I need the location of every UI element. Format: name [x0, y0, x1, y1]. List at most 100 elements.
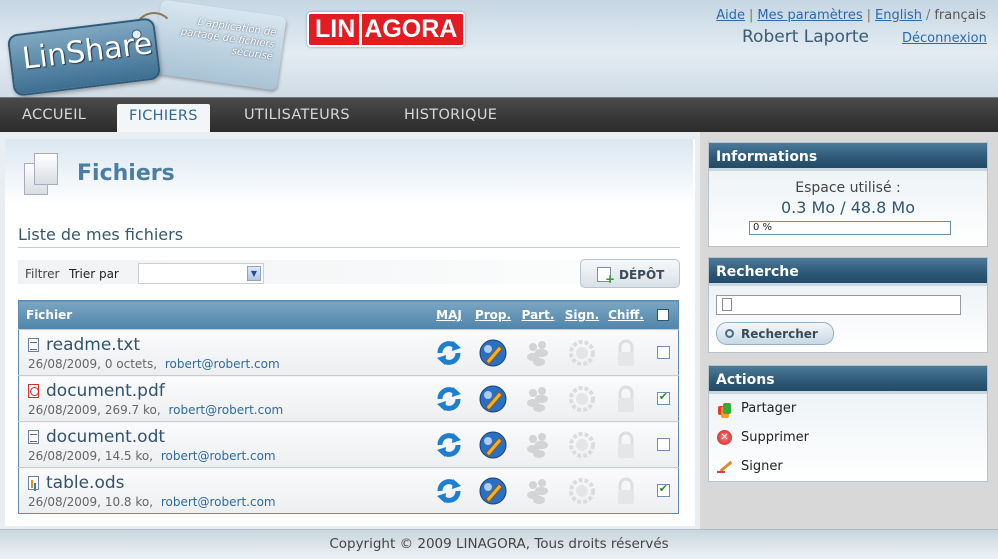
- share-users-icon: [516, 431, 561, 459]
- sign-pen-icon: [717, 459, 733, 475]
- list-title: Liste de mes fichiers: [18, 225, 184, 244]
- props-cell: [470, 375, 516, 422]
- select-cell: [648, 421, 679, 468]
- file-name-wrap[interactable]: table.ods: [19, 473, 428, 493]
- col-encrypt-label[interactable]: Chiff.: [608, 308, 644, 322]
- file-owner-link[interactable]: robert@robert.com: [165, 357, 280, 371]
- select-cell: [648, 467, 679, 514]
- share-users-icon: [516, 385, 561, 413]
- file-cell: readme.txt 26/08/2009, 0 octets, robert@r…: [18, 329, 428, 376]
- tab-accueil[interactable]: ACCUEIL: [22, 107, 86, 123]
- brand-separator: [359, 14, 363, 45]
- file-meta: 26/08/2009, 0 octets, robert@robert.com: [28, 356, 280, 371]
- row-checkbox[interactable]: [656, 438, 670, 451]
- file-date: 26/08/2009: [28, 402, 98, 417]
- file-date: 26/08/2009: [28, 494, 98, 509]
- search-input[interactable]: [716, 295, 961, 315]
- file-owner-link[interactable]: robert@robert.com: [168, 403, 283, 417]
- tab-historique[interactable]: HISTORIQUE: [404, 107, 497, 123]
- table-row[interactable]: table.ods 26/08/2009, 10.8 ko, robert@rob…: [18, 467, 679, 514]
- tab-utilisateurs[interactable]: UTILISATEURS: [244, 107, 350, 123]
- upload-button[interactable]: DÉPÔT: [580, 259, 680, 288]
- file-name[interactable]: table.ods: [46, 473, 125, 493]
- actions-title: Actions: [709, 366, 987, 394]
- file-name-wrap[interactable]: document.odt: [19, 427, 428, 447]
- header: L'application de partage de fichiers séc…: [0, 0, 998, 97]
- update-icon[interactable]: [428, 385, 471, 413]
- search-box: Recherche Rechercher: [708, 257, 988, 353]
- col-update[interactable]: MAJ: [427, 300, 471, 330]
- linshare-logo[interactable]: L'application de partage de fichiers séc…: [6, 0, 287, 97]
- col-props-label[interactable]: Prop.: [475, 308, 511, 322]
- properties-icon[interactable]: [471, 476, 516, 506]
- props-cell: [470, 421, 516, 468]
- col-sign-label[interactable]: Sign.: [565, 308, 599, 322]
- share-cell: [515, 421, 561, 468]
- quota-progress-bar: 0 %: [749, 221, 951, 235]
- english-link[interactable]: English: [875, 8, 922, 23]
- link-separator: /: [925, 8, 931, 23]
- sort-select[interactable]: ▼: [138, 263, 264, 284]
- file-name[interactable]: document.odt: [46, 427, 165, 447]
- encrypt-cell: [603, 421, 649, 468]
- file-name[interactable]: document.pdf: [46, 381, 165, 401]
- file-owner-link[interactable]: robert@robert.com: [161, 449, 276, 463]
- space-used-label: Espace utilisé :: [795, 180, 901, 196]
- sign-cell: [560, 467, 604, 514]
- update-icon[interactable]: [428, 431, 471, 459]
- table-row[interactable]: readme.txt 26/08/2009, 0 octets, robert@r…: [18, 329, 679, 376]
- select-all-checkbox[interactable]: [657, 309, 670, 321]
- space-used-value: 0.3 Mo / 48.8 Mo: [781, 198, 915, 217]
- props-cell: [470, 329, 516, 376]
- sign-cell: [560, 375, 604, 422]
- update-icon[interactable]: [428, 339, 471, 367]
- table-row[interactable]: document.odt 26/08/2009, 14.5 ko, robert@…: [18, 421, 679, 468]
- file-name[interactable]: readme.txt: [46, 335, 140, 355]
- col-props[interactable]: Prop.: [470, 300, 516, 330]
- col-share-label[interactable]: Part.: [522, 308, 555, 322]
- col-select-all[interactable]: [648, 300, 679, 330]
- file-name-wrap[interactable]: readme.txt: [19, 335, 428, 355]
- help-link[interactable]: Aide: [716, 8, 745, 23]
- file-owner-link[interactable]: robert@robert.com: [161, 495, 276, 509]
- col-sign[interactable]: Sign.: [560, 300, 604, 330]
- filter-label[interactable]: Filtrer: [25, 267, 59, 281]
- file-date: 26/08/2009: [28, 356, 98, 371]
- file-name-wrap[interactable]: document.pdf: [19, 381, 428, 401]
- table-row[interactable]: document.pdf 26/08/2009, 269.7 ko, robert…: [18, 375, 679, 422]
- select-cell: [648, 329, 679, 376]
- row-checkbox[interactable]: [656, 346, 670, 359]
- encrypt-cell: [603, 375, 649, 422]
- delete-action[interactable]: Supprimer: [709, 423, 987, 452]
- props-cell: [470, 467, 516, 514]
- current-language: français: [934, 8, 986, 23]
- update-cell: [427, 421, 471, 468]
- logout-link[interactable]: Déconnexion: [902, 31, 987, 46]
- sign-action[interactable]: Signer: [709, 452, 987, 481]
- file-date: 26/08/2009: [28, 448, 98, 463]
- tab-fichiers[interactable]: FICHIERS: [117, 104, 210, 134]
- col-update-label[interactable]: MAJ: [436, 308, 462, 322]
- sidebar: Informations Espace utilisé : 0.3 Mo / 4…: [700, 132, 998, 529]
- document-icon: [722, 298, 732, 311]
- update-icon[interactable]: [428, 477, 471, 505]
- col-encrypt[interactable]: Chiff.: [603, 300, 649, 330]
- actions-box: Actions Partager Supprimer Signer: [708, 365, 988, 482]
- search-button[interactable]: Rechercher: [716, 322, 834, 345]
- filter-bar: Filtrer Trier par ▼ DÉPÔT: [18, 256, 680, 290]
- user-name: Robert Laporte: [742, 27, 869, 47]
- row-checkbox[interactable]: [656, 482, 670, 497]
- properties-icon[interactable]: [471, 430, 516, 460]
- file-cell: table.ods 26/08/2009, 10.8 ko, robert@rob…: [18, 467, 428, 514]
- linagora-logo[interactable]: LIN AGORA: [307, 12, 466, 47]
- update-cell: [427, 329, 471, 376]
- row-checkbox[interactable]: [656, 390, 670, 405]
- properties-icon[interactable]: [471, 338, 516, 368]
- settings-link[interactable]: Mes paramètres: [757, 8, 862, 23]
- share-action[interactable]: Partager: [709, 394, 987, 423]
- properties-icon[interactable]: [471, 384, 516, 414]
- col-share[interactable]: Part.: [515, 300, 561, 330]
- table-header-row: Fichier MAJ Prop. Part. Sign. Chiff.: [18, 300, 679, 330]
- share-users-icon: [516, 477, 561, 505]
- chevron-down-icon[interactable]: ▼: [247, 266, 261, 281]
